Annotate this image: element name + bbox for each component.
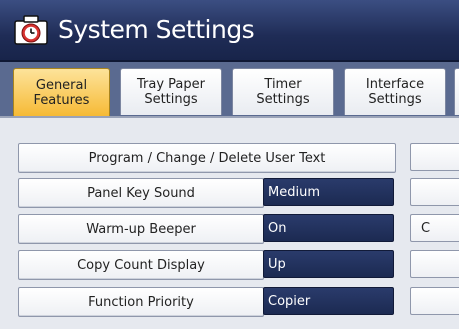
warmup-beeper-button[interactable]: Warm-up Beeper [18, 214, 264, 244]
copy-count-display-value: Up [263, 250, 394, 278]
tab-interface-settings[interactable]: Interface Settings [344, 68, 446, 115]
program-user-text-button[interactable]: Program / Change / Delete User Text [18, 143, 396, 173]
right-column-button[interactable] [410, 143, 459, 171]
tab-row: General Features Tray Paper Settings Tim… [8, 68, 459, 118]
right-column-partial-text: C [421, 220, 431, 236]
tab-label-line2: Settings [368, 92, 422, 107]
tab-label-line1: Timer [264, 77, 302, 92]
tab-label-line1: General [35, 78, 88, 93]
tab-tray-paper-settings[interactable]: Tray Paper Settings [120, 68, 222, 115]
warmup-beeper-value: On [263, 214, 394, 242]
right-column-button[interactable] [410, 178, 459, 206]
tab-label-line2: Settings [256, 92, 310, 107]
right-column-button[interactable] [410, 250, 459, 278]
panel-key-sound-value: Medium [263, 178, 394, 206]
clock-settings-icon [14, 15, 48, 45]
tab-general-features[interactable]: General Features [13, 68, 110, 117]
title-bar: System Settings [0, 0, 459, 62]
function-priority-button[interactable]: Function Priority [18, 287, 264, 317]
tab-label-line1: Tray Paper [137, 77, 205, 92]
tab-label-line2: Settings [144, 92, 198, 107]
page-title: System Settings [58, 15, 255, 44]
tab-label-line2: Features [33, 93, 90, 108]
right-column-button[interactable] [410, 287, 459, 315]
tab-next-partial[interactable] [454, 68, 459, 115]
copy-count-display-button[interactable]: Copy Count Display [18, 250, 264, 280]
function-priority-value: Copier [263, 287, 394, 315]
panel-key-sound-button[interactable]: Panel Key Sound [18, 178, 264, 208]
tab-label-line1: Interface [365, 77, 425, 92]
tab-timer-settings[interactable]: Timer Settings [232, 68, 334, 115]
right-column-button[interactable]: C [410, 214, 459, 242]
